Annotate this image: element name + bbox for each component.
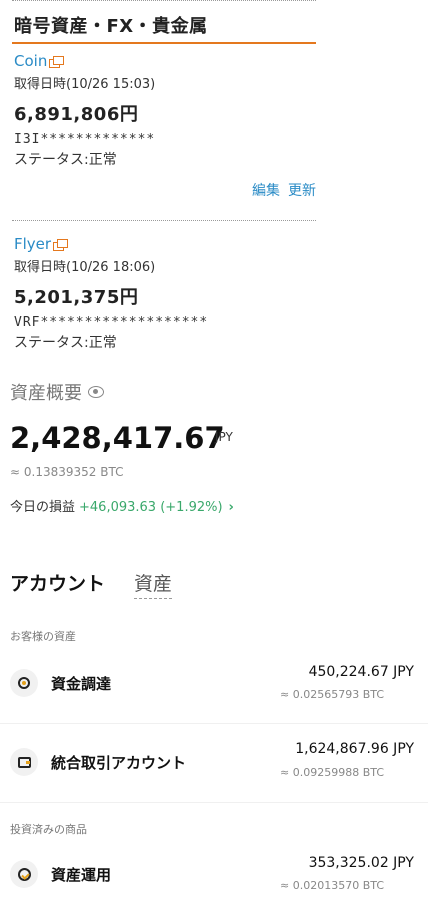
row-label: 統合取引アカウント	[51, 754, 187, 772]
masked-account-id: I3I*************	[14, 132, 156, 147]
masked-account-id: VRF*******************	[14, 315, 209, 330]
group-label-invested-products: 投資済みの商品	[10, 823, 87, 836]
account-name[interactable]: Coin	[14, 52, 47, 70]
todays-pnl[interactable]: 今日の損益 +46,093.63 (+1.92%) ›	[10, 496, 234, 515]
list-item[interactable]: 資産運用 353,325.02 JPY ≈ 0.02013570 BTC	[0, 838, 428, 916]
total-balance: 2,428,417.67	[10, 421, 225, 455]
eye-icon[interactable]	[88, 386, 104, 398]
row-btc: ≈ 0.02013570 BTC	[280, 879, 384, 892]
fetched-time: 取得日時(10/26 15:03)	[14, 77, 156, 92]
list-item[interactable]: 資金調達 450,224.67 JPY ≈ 0.02565793 BTC	[0, 645, 428, 723]
row-amount: 353,325.02 JPY	[308, 855, 414, 871]
row-btc: ≈ 0.02565793 BTC	[280, 688, 384, 701]
account-name[interactable]: Flyer	[14, 235, 51, 253]
pnl-value: +46,093.63 (+1.92%)	[79, 500, 223, 515]
row-btc: ≈ 0.09259988 BTC	[280, 766, 384, 779]
account-card-flyer: Flyer 取得日時(10/26 18:06) 5,201,375円 VRF**…	[14, 235, 316, 352]
row-amount: 1,624,867.96 JPY	[295, 741, 414, 757]
account-amount: 6,891,806円	[14, 104, 139, 125]
wallet-icon	[10, 748, 38, 776]
group-label-customer-assets: お客様の資産	[10, 630, 76, 643]
account-link[interactable]: Flyer	[14, 235, 316, 253]
earn-icon	[10, 860, 38, 888]
list-item[interactable]: 統合取引アカウント 1,624,867.96 JPY ≈ 0.09259988 …	[0, 724, 428, 802]
external-link-icon[interactable]	[49, 55, 65, 68]
row-amount: 450,224.67 JPY	[308, 664, 414, 680]
chevron-right-icon[interactable]: ›	[229, 500, 234, 515]
account-status: ステータス:正常	[14, 152, 117, 168]
account-actions: 編集 更新	[244, 180, 316, 200]
external-link-icon[interactable]	[53, 238, 69, 251]
tab-account[interactable]: アカウント	[10, 569, 105, 596]
account-card-coin: Coin 取得日時(10/26 15:03) 6,891,806円 I3I***…	[14, 52, 316, 199]
account-divider	[12, 220, 316, 221]
asset-overview-title: 資産概要	[10, 379, 104, 405]
account-amount: 5,201,375円	[14, 287, 139, 308]
pnl-label: 今日の損益	[10, 500, 76, 515]
row-label: 資金調達	[51, 675, 112, 693]
total-btc-equivalent: ≈ 0.13839352 BTC	[10, 465, 124, 479]
fetched-time: 取得日時(10/26 18:06)	[14, 260, 156, 275]
section-title: 暗号資産・FX・貴金属	[14, 16, 208, 37]
update-link[interactable]: 更新	[288, 183, 316, 199]
edit-link[interactable]: 編集	[252, 183, 280, 199]
row-label: 資産運用	[51, 866, 112, 884]
account-link[interactable]: Coin	[14, 52, 316, 70]
tab-assets[interactable]: 資産	[134, 569, 173, 599]
total-unit: JPY	[215, 430, 233, 444]
row-divider	[0, 802, 428, 803]
top-divider	[12, 0, 316, 1]
coin-icon	[10, 669, 38, 697]
overview-title-text: 資産概要	[10, 383, 82, 404]
section-underline	[12, 42, 316, 44]
account-status: ステータス:正常	[14, 335, 117, 351]
